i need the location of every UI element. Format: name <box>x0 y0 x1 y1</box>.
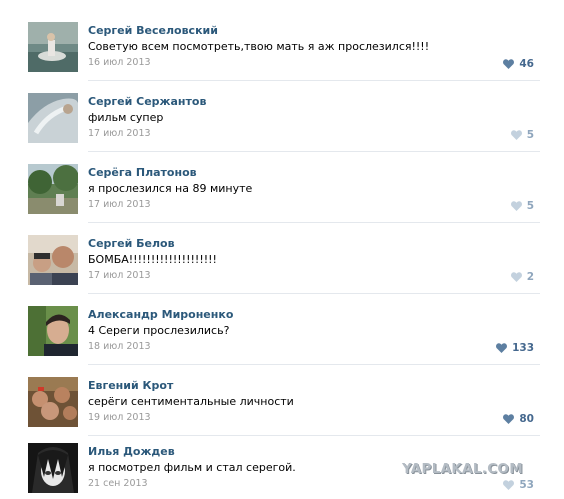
comment-item: Евгений Крот серёги сентиментальные личн… <box>0 377 564 448</box>
like-button[interactable]: 2 <box>510 271 534 283</box>
avatar[interactable] <box>28 93 78 143</box>
comment-author[interactable]: Александр Мироненко <box>88 308 233 321</box>
comment-text: я прослезился на 89 минуте <box>88 182 253 195</box>
comment-text: 4 Сереги прослезились? <box>88 324 230 337</box>
like-count: 133 <box>512 342 534 354</box>
divider <box>88 222 540 223</box>
comment-text: серёги сентиментальные личности <box>88 395 294 408</box>
comments-feed: Сергей Веселовский Советую всем посмотре… <box>0 0 564 499</box>
avatar[interactable] <box>28 306 78 356</box>
divider <box>88 435 540 436</box>
heart-icon <box>503 414 515 424</box>
divider <box>88 364 540 365</box>
comment-text: фильм супер <box>88 111 164 124</box>
avatar[interactable] <box>28 235 78 285</box>
comment-item: Александр Мироненко 4 Сереги прослезилис… <box>0 306 564 377</box>
divider <box>88 80 540 81</box>
comment-date[interactable]: 17 июл 2013 <box>88 128 151 139</box>
comment-item: Сергей Веселовский Советую всем посмотре… <box>0 22 564 93</box>
avatar[interactable] <box>28 164 78 214</box>
heart-icon <box>510 272 522 282</box>
avatar[interactable] <box>28 377 78 427</box>
like-count: 53 <box>519 479 534 491</box>
like-button[interactable]: 80 <box>503 413 534 425</box>
avatar[interactable] <box>28 22 78 72</box>
like-count: 46 <box>519 58 534 70</box>
like-count: 5 <box>526 200 534 212</box>
comment-item: Сергей Белов БОМБА!!!!!!!!!!!!!!!!!!!! 1… <box>0 235 564 306</box>
comment-date[interactable]: 21 сен 2013 <box>88 478 148 489</box>
comment-author[interactable]: Сергей Белов <box>88 237 175 250</box>
heart-icon <box>496 343 508 353</box>
like-button[interactable]: 5 <box>510 129 534 141</box>
comment-date[interactable]: 17 июл 2013 <box>88 270 151 281</box>
comment-item: Серёга Платонов я прослезился на 89 мину… <box>0 164 564 235</box>
heart-icon <box>510 201 522 211</box>
heart-icon <box>503 59 515 69</box>
comment-date[interactable]: 19 июл 2013 <box>88 412 151 423</box>
like-button[interactable]: 46 <box>503 58 534 70</box>
comment-text: я посмотрел фильм и стал серегой. <box>88 461 296 474</box>
like-count: 2 <box>526 271 534 283</box>
comment-date[interactable]: 16 июл 2013 <box>88 57 151 68</box>
like-count: 80 <box>519 413 534 425</box>
comment-text: Советую всем посмотреть,твою мать я аж п… <box>88 40 430 53</box>
divider <box>88 151 540 152</box>
heart-icon <box>510 130 522 140</box>
comment-author[interactable]: Сергей Веселовский <box>88 24 218 37</box>
avatar[interactable] <box>28 443 78 493</box>
like-button[interactable]: 133 <box>496 342 534 354</box>
comment-date[interactable]: 18 июл 2013 <box>88 341 151 352</box>
comment-date[interactable]: 17 июл 2013 <box>88 199 151 210</box>
comment-author[interactable]: Сергей Сержантов <box>88 95 206 108</box>
like-count: 5 <box>526 129 534 141</box>
comment-author[interactable]: Илья Дождев <box>88 445 175 458</box>
watermark-logo: YAPLAKAL.COM <box>402 461 523 477</box>
comment-text: БОМБА!!!!!!!!!!!!!!!!!!!! <box>88 253 217 266</box>
comment-author[interactable]: Евгений Крот <box>88 379 173 392</box>
comment-item: Сергей Сержантов фильм супер 17 июл 2013… <box>0 93 564 164</box>
heart-icon <box>503 480 515 490</box>
comment-author[interactable]: Серёга Платонов <box>88 166 197 179</box>
like-button[interactable]: 53 <box>503 479 534 491</box>
like-button[interactable]: 5 <box>510 200 534 212</box>
divider <box>88 293 540 294</box>
